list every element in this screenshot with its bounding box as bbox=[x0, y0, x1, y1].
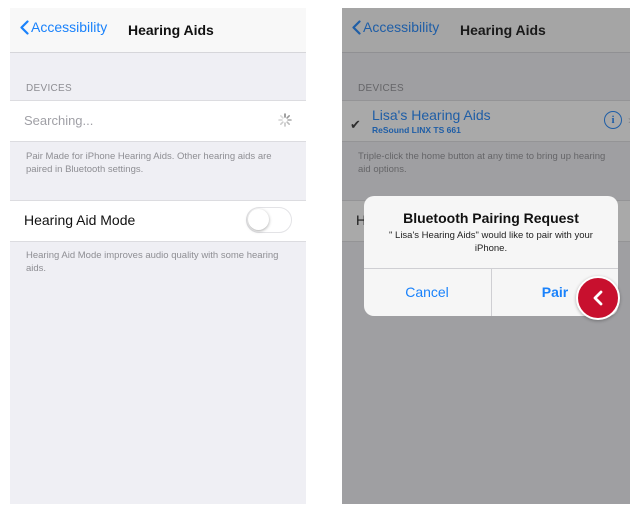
right-phone-screen: Accessibility Hearing Aids DEVICES ✔ Lis… bbox=[342, 8, 630, 504]
navigation-bar: Accessibility Hearing Aids bbox=[10, 8, 306, 53]
toggle-knob bbox=[248, 209, 269, 230]
page-title: Hearing Aids bbox=[128, 22, 214, 38]
hearing-aid-mode-description: Hearing Aid Mode improves audio quality … bbox=[26, 250, 279, 274]
chevron-left-icon bbox=[20, 19, 29, 35]
hearing-aid-mode-label: Hearing Aid Mode bbox=[24, 212, 136, 228]
activity-spinner-icon bbox=[278, 113, 292, 127]
callout-marker bbox=[576, 276, 620, 320]
devices-section-header: DEVICES bbox=[26, 83, 73, 94]
back-label: Accessibility bbox=[31, 19, 108, 35]
alert-title: Bluetooth Pairing Request bbox=[403, 210, 579, 226]
searching-label: Searching... bbox=[24, 113, 94, 128]
hearing-aid-mode-row: Hearing Aid Mode bbox=[10, 200, 306, 242]
left-phone-screen: Accessibility Hearing Aids DEVICES Searc… bbox=[10, 8, 306, 504]
hearing-aid-mode-toggle[interactable] bbox=[246, 207, 292, 233]
back-button[interactable]: Accessibility bbox=[20, 19, 107, 35]
pair-instructions-text: Pair Made for iPhone Hearing Aids. Other… bbox=[26, 151, 272, 175]
chevron-left-icon bbox=[593, 290, 603, 306]
device-search-row: Searching... bbox=[10, 100, 306, 142]
alert-message: " Lisa's Hearing Aids" would like to pai… bbox=[389, 230, 593, 254]
cancel-button[interactable]: Cancel bbox=[364, 269, 490, 316]
